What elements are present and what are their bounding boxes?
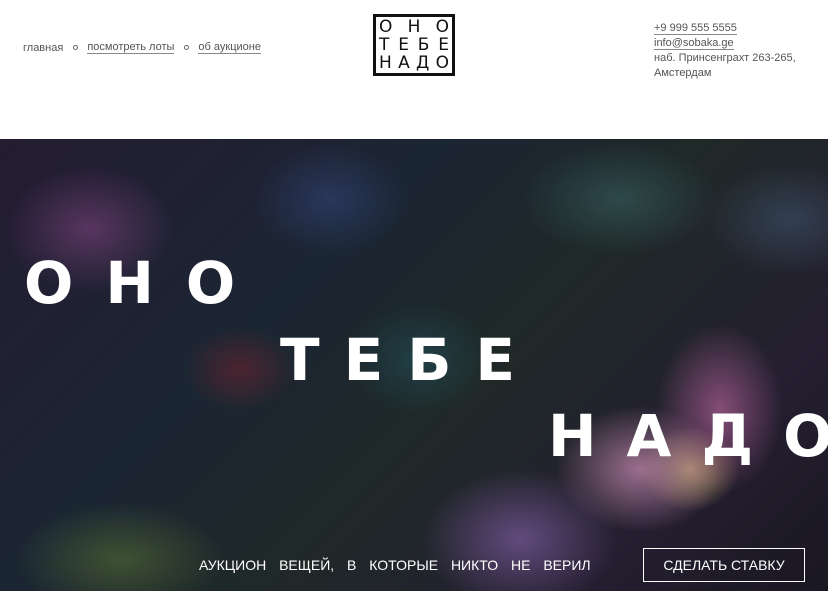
hero-letter: Т (280, 326, 320, 394)
nav-separator-dot (73, 45, 79, 50)
hero-word-2: ТЕБЕ (280, 331, 539, 389)
nav-link-home[interactable]: главная (23, 42, 63, 54)
hero-letter: Б (407, 326, 452, 394)
nav-link-lots[interactable]: посмотреть лоты (87, 41, 175, 54)
logo-letter: Е (438, 35, 449, 55)
address-line-2: Амстердам (654, 67, 712, 79)
logo-letter: Е (398, 35, 409, 55)
hero-letter: Д (701, 402, 754, 470)
hero-letter: О (783, 402, 828, 470)
hero-letter: О (24, 249, 74, 317)
logo-letter: Т (379, 35, 390, 55)
hero-banner: ОНО ТЕБЕ НАДО аукцион вещей, в которые н… (0, 139, 828, 591)
site-header: главная посмотреть лоты об аукционе О Н … (0, 0, 828, 139)
logo-row-3: Н А Д О (379, 54, 449, 72)
nav-separator-dot (184, 45, 190, 50)
logo-letter: Б (417, 35, 430, 55)
logo-letter: О (379, 17, 393, 37)
hero-letter: Н (548, 402, 597, 470)
site-logo[interactable]: О Н О Т Е Б Е Н А Д О (373, 14, 455, 76)
address-line-1: наб. Принсенграхт 263-265, (654, 52, 796, 64)
email-link[interactable]: info@sobaka.ge (654, 37, 734, 50)
logo-row-2: Т Е Б Е (379, 36, 449, 54)
hero-letter: А (626, 402, 672, 470)
hero-letter: О (185, 249, 236, 317)
hero-word-3: НАДО (548, 407, 828, 465)
logo-letter: Д (416, 53, 430, 73)
hero-word-1: ОНО (24, 254, 267, 312)
main-nav: главная посмотреть лоты об аукционе (23, 41, 261, 54)
hero-letter: Н (105, 249, 154, 317)
hero-letter: Е (475, 326, 516, 394)
logo-letter: Н (407, 17, 421, 37)
logo-letter: А (398, 53, 410, 73)
logo-letter: О (435, 17, 449, 37)
logo-row-1: О Н О (379, 18, 449, 36)
nav-link-about[interactable]: об аукционе (198, 41, 261, 54)
logo-letter: Н (379, 53, 392, 73)
phone-link[interactable]: +9 999 555 5555 (654, 22, 737, 35)
hero-letter: Е (343, 326, 384, 394)
hero-tagline: аукцион вещей, в которые никто не верил (199, 557, 591, 573)
place-bid-button[interactable]: сделать ставку (643, 548, 805, 582)
logo-letter: О (435, 53, 449, 73)
contact-block: +9 999 555 5555 info@sobaka.ge наб. Прин… (654, 21, 796, 81)
